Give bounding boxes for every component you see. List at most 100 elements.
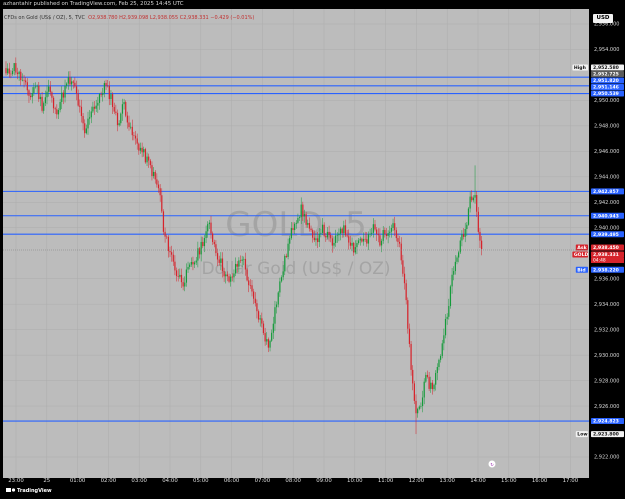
candle[interactable] [205,225,207,244]
candle[interactable] [62,90,65,105]
candle[interactable] [203,234,206,253]
candle[interactable] [141,142,143,158]
candle[interactable] [369,228,371,238]
candle[interactable] [256,299,258,319]
candle[interactable] [454,255,456,275]
candle[interactable] [159,184,161,202]
candle[interactable] [471,190,473,203]
candle[interactable] [269,339,271,352]
candle[interactable] [400,237,402,265]
candle[interactable] [374,219,376,232]
candle[interactable] [384,227,386,238]
price-tag[interactable]: 2,939.495 [591,231,624,238]
replay-marker[interactable]: ↻ [488,460,496,468]
candle[interactable] [102,87,104,102]
candle[interactable] [421,390,424,413]
candle[interactable] [464,222,466,243]
candle[interactable] [403,266,406,290]
candle[interactable] [5,61,7,76]
candle[interactable] [95,99,97,112]
candle[interactable] [164,227,166,243]
candle[interactable] [59,98,61,113]
price-tag[interactable]: 2,951.146 [591,84,624,91]
candle[interactable] [162,209,165,235]
candle[interactable] [111,92,114,114]
price-tag[interactable]: 2,938.331 GOLD 04:48 [572,251,624,264]
candle[interactable] [248,276,250,293]
candle[interactable] [67,71,69,90]
candle[interactable] [425,372,427,383]
price-tag[interactable]: 2,942.857 [591,188,624,195]
candle[interactable] [151,161,153,181]
candle[interactable] [253,288,255,305]
currency-button[interactable]: USD [593,14,613,23]
candle[interactable] [448,298,450,320]
candle[interactable] [467,207,470,226]
candle[interactable] [144,147,147,164]
candle[interactable] [38,81,40,103]
candle[interactable] [433,383,435,392]
candle[interactable] [182,277,184,291]
candle[interactable] [82,113,84,131]
candle[interactable] [148,153,150,168]
candle[interactable] [120,112,122,126]
price-tag[interactable]: 2,923.800 Low [575,431,624,438]
candle[interactable] [161,188,163,213]
candle[interactable] [61,86,63,110]
candle[interactable] [93,101,96,115]
candle[interactable] [105,79,107,90]
candle[interactable] [417,407,419,418]
candle[interactable] [479,227,481,249]
candle[interactable] [115,104,117,116]
candle[interactable] [134,130,137,145]
candle[interactable] [407,297,409,334]
candle[interactable] [66,82,68,89]
candle[interactable] [64,79,66,103]
price-tag[interactable]: 2,951.820 [591,77,624,85]
candle[interactable] [41,92,43,113]
candle[interactable] [274,300,276,331]
candle[interactable] [285,253,288,259]
candle[interactable] [271,329,273,343]
candle[interactable] [98,92,101,110]
candle[interactable] [128,115,130,131]
candle[interactable] [116,109,119,132]
candle[interactable] [257,309,260,323]
candle[interactable] [249,279,251,289]
candle[interactable] [453,266,455,281]
candle[interactable] [266,332,268,345]
candle[interactable] [185,263,188,287]
candle[interactable] [198,247,201,259]
candle[interactable] [44,90,46,107]
candle[interactable] [84,119,86,138]
candle[interactable] [469,191,471,213]
candle[interactable] [72,79,74,89]
candle[interactable] [395,227,397,242]
candle[interactable] [190,257,192,267]
candle[interactable] [277,291,279,308]
candle[interactable] [438,358,440,371]
candle[interactable] [387,230,389,244]
candle[interactable] [431,380,434,395]
candle[interactable] [79,99,81,113]
candle[interactable] [121,98,124,121]
candle[interactable] [444,314,447,339]
candle[interactable] [476,190,478,217]
price-tag[interactable]: 2,950.539 [591,90,624,98]
candle[interactable] [156,173,158,188]
candle[interactable] [430,376,432,393]
candle[interactable] [382,226,384,244]
candle[interactable] [43,101,45,114]
candle[interactable] [75,80,78,101]
candle[interactable] [179,268,181,279]
candle[interactable] [131,119,133,141]
candlestick-chart[interactable]: GOLD, 5 Dollar Gold (US$ / OZ) 2,956.000… [0,0,625,499]
candle[interactable] [215,240,217,257]
price-tag[interactable]: 2,952.725 [591,71,624,78]
candle[interactable] [52,95,55,114]
candle[interactable] [7,63,9,76]
candle[interactable] [267,337,270,353]
candle[interactable] [413,380,415,405]
candle[interactable] [353,241,355,256]
candle[interactable] [89,109,91,125]
